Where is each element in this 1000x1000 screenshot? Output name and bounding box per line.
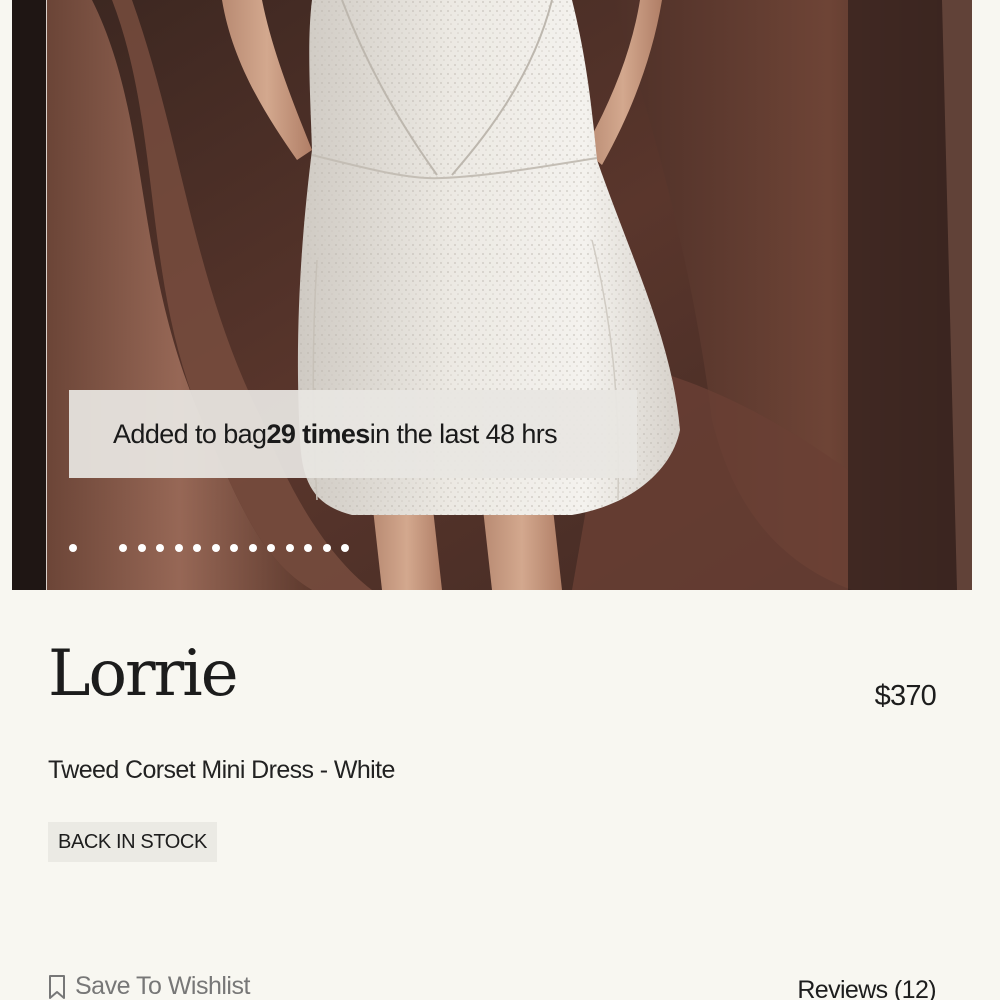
- carousel-dot[interactable]: [304, 544, 312, 552]
- toast-highlight: 29 times: [266, 418, 370, 449]
- product-photo: [12, 0, 972, 590]
- save-to-wishlist-button[interactable]: Save To Wishlist: [48, 972, 250, 1000]
- carousel-dot[interactable]: [230, 544, 238, 552]
- reviews-link[interactable]: Reviews (12): [797, 976, 936, 1000]
- carousel-dot[interactable]: [193, 544, 201, 552]
- bookmark-icon: [48, 974, 66, 1000]
- product-page: Added to bag 29 times in the last 48 hrs…: [0, 0, 1000, 1000]
- carousel-pagination[interactable]: [69, 544, 360, 552]
- carousel-dot[interactable]: [285, 544, 294, 552]
- wishlist-label: Save To Wishlist: [75, 972, 250, 1000]
- carousel-dot[interactable]: [211, 544, 220, 552]
- product-name: Lorrie: [48, 637, 239, 711]
- carousel-dot[interactable]: [69, 544, 77, 552]
- carousel-dot[interactable]: [341, 544, 349, 552]
- toast-suffix: in the last 48 hrs: [369, 418, 558, 449]
- carousel-dot[interactable]: [119, 544, 127, 552]
- carousel-dot[interactable]: [267, 544, 275, 552]
- stock-badge: BACK IN STOCK: [48, 822, 217, 862]
- product-image-carousel[interactable]: Added to bag 29 times in the last 48 hrs: [12, 0, 972, 590]
- carousel-dot[interactable]: [156, 544, 164, 552]
- product-subtitle: Tweed Corset Mini Dress - White: [48, 756, 395, 784]
- carousel-dot[interactable]: [174, 544, 183, 552]
- carousel-dot[interactable]: [137, 544, 146, 552]
- added-to-bag-toast: Added to bag 29 times in the last 48 hrs: [69, 390, 637, 478]
- product-price: $370: [874, 680, 937, 712]
- toast-prefix: Added to bag: [113, 418, 267, 449]
- carousel-dot[interactable]: [248, 544, 257, 552]
- carousel-dot[interactable]: [322, 544, 331, 552]
